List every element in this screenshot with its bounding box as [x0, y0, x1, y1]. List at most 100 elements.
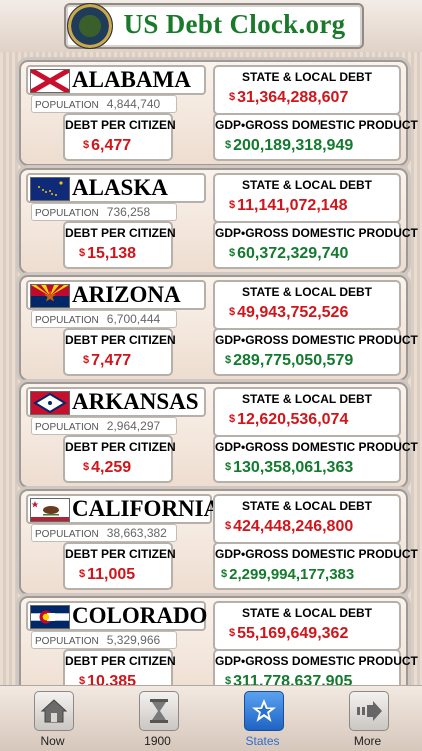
currency-sign: $	[79, 675, 86, 685]
state-local-debt-value-wrap: $55,169,649,362	[229, 625, 348, 643]
currency-sign: $	[79, 568, 86, 580]
gdp-label: GDP•GROSS DOMESTIC PRODUCT	[215, 440, 418, 454]
hourglass-icon	[150, 699, 168, 723]
tab-more[interactable]: More	[315, 686, 420, 751]
tab-now[interactable]: Now	[0, 686, 105, 751]
debt-per-citizen-value: 7,477	[91, 352, 132, 369]
state-local-debt-label: STATE & LOCAL DEBT	[242, 178, 372, 192]
state-name-box: ALABAMA	[26, 65, 206, 95]
state-local-debt-label: STATE & LOCAL DEBT	[242, 285, 372, 299]
population-label: POPULATION	[35, 529, 99, 540]
state-local-debt-box: STATE & LOCAL DEBT $55,169,649,362	[213, 601, 401, 651]
star-icon	[252, 699, 276, 722]
gdp-value-wrap: $60,372,329,740	[229, 245, 348, 263]
state-local-debt-box: STATE & LOCAL DEBT $12,620,536,074	[213, 387, 401, 437]
gdp-box: GDP•GROSS DOMESTIC PRODUCT $289,775,050,…	[213, 328, 418, 376]
california-flag-icon	[30, 498, 70, 522]
state-card-arizona[interactable]: ARIZONA POPULATION 6,700,444 DEBT PER CI…	[19, 275, 418, 381]
currency-sign: $	[229, 91, 236, 103]
tab-more-button[interactable]	[349, 691, 389, 731]
currency-sign: $	[225, 520, 232, 532]
population-field: POPULATION 4,844,740	[31, 95, 177, 113]
gdp-label: GDP•GROSS DOMESTIC PRODUCT	[215, 226, 418, 240]
debt-per-citizen-box: DEBT PER CITIZEN $4,259	[63, 435, 176, 483]
debt-per-citizen-value: 15,138	[87, 245, 137, 262]
currency-sign: $	[229, 247, 236, 259]
state-name-box: COLORADO	[26, 601, 207, 631]
debt-per-citizen-value-wrap: $4,259	[83, 459, 131, 477]
state-local-debt-value-wrap: $11,141,072,148	[229, 197, 347, 215]
currency-sign: $	[229, 199, 236, 211]
colorado-flag-icon	[30, 605, 70, 629]
gdp-label: GDP•GROSS DOMESTIC PRODUCT	[215, 333, 418, 347]
tab-1900[interactable]: 1900	[105, 686, 210, 751]
population-value: 38,663,382	[106, 526, 167, 540]
gdp-value: 289,775,050,579	[233, 352, 354, 369]
state-card-alabama[interactable]: ALABAMA POPULATION 4,844,740 DEBT PER CI…	[19, 60, 418, 166]
population-value: 2,964,297	[106, 419, 161, 433]
tab-states-label: States	[245, 734, 280, 748]
state-card-california[interactable]: CALIFORNIA POPULATION 38,663,382 DEBT PE…	[19, 489, 418, 595]
state-local-debt-value: 55,169,649,362	[237, 625, 349, 642]
state-name-box: ARKANSAS	[26, 387, 206, 417]
gdp-value: 130,358,061,363	[233, 459, 354, 476]
alabama-flag-icon	[30, 69, 70, 93]
gdp-box: GDP•GROSS DOMESTIC PRODUCT $311,778,637,…	[213, 649, 418, 685]
gdp-label: GDP•GROSS DOMESTIC PRODUCT	[215, 654, 418, 668]
state-name-box: ARIZONA	[26, 280, 206, 310]
debt-per-citizen-value-wrap: $11,005	[79, 566, 135, 584]
currency-sign: $	[83, 461, 90, 473]
currency-sign: $	[225, 461, 232, 473]
state-card-arkansas[interactable]: ARKANSAS POPULATION 2,964,297 DEBT PER C…	[19, 382, 418, 488]
state-local-debt-label: STATE & LOCAL DEBT	[242, 392, 372, 406]
tab-more-label: More	[353, 734, 382, 748]
state-name: CALIFORNIA	[72, 496, 221, 521]
tab-now-button[interactable]	[34, 691, 74, 731]
state-name: ALASKA	[72, 175, 168, 200]
state-local-debt-box: STATE & LOCAL DEBT $424,448,246,800	[213, 494, 401, 544]
currency-sign: $	[229, 627, 236, 639]
currency-sign: $	[225, 139, 232, 151]
currency-sign: $	[83, 139, 90, 151]
currency-sign: $	[229, 413, 236, 425]
state-card-colorado[interactable]: COLORADO POPULATION 5,329,966 DEBT PER C…	[19, 596, 418, 685]
population-value: 4,844,740	[106, 97, 161, 111]
app-title: US Debt Clock.org	[123, 9, 346, 39]
debt-per-citizen-box: DEBT PER CITIZEN $10,385	[63, 649, 176, 685]
tab-1900-button[interactable]	[139, 691, 179, 731]
state-local-debt-value-wrap: $12,620,536,074	[229, 411, 348, 429]
debt-per-citizen-value: 11,005	[87, 566, 136, 583]
state-local-debt-box: STATE & LOCAL DEBT $11,141,072,148	[213, 173, 401, 223]
tab-states[interactable]: States	[210, 686, 315, 751]
population-value: 736,258	[106, 205, 151, 219]
state-name-box: CALIFORNIA	[26, 494, 220, 524]
currency-sign: $	[229, 306, 236, 318]
tab-bar: Now 1900 States More	[0, 685, 422, 751]
state-local-debt-value-wrap: $49,943,752,526	[229, 304, 348, 322]
debt-per-citizen-value: 4,259	[91, 459, 132, 476]
debt-per-citizen-value-wrap: $7,477	[83, 352, 131, 370]
gdp-value: 200,189,318,949	[233, 137, 354, 154]
debt-per-citizen-value-wrap: $10,385	[79, 673, 136, 685]
debt-per-citizen-label: DEBT PER CITIZEN	[65, 226, 176, 240]
population-label: POPULATION	[35, 315, 99, 326]
state-local-debt-box: STATE & LOCAL DEBT $49,943,752,526	[213, 280, 401, 330]
population-value: 6,700,444	[106, 312, 161, 326]
tab-states-button[interactable]	[244, 691, 284, 731]
gdp-value-wrap: $311,778,637,905	[225, 673, 352, 685]
gdp-value-wrap: $200,189,318,949	[225, 137, 353, 155]
state-local-debt-value-wrap: $424,448,246,800	[225, 518, 353, 536]
debt-per-citizen-label: DEBT PER CITIZEN	[65, 654, 176, 668]
debt-per-citizen-value-wrap: $6,477	[83, 137, 131, 155]
gdp-label: GDP•GROSS DOMESTIC PRODUCT	[215, 547, 418, 561]
state-card-alaska[interactable]: ALASKA POPULATION 736,258 DEBT PER CITIZ…	[19, 168, 418, 274]
debt-per-citizen-value: 10,385	[87, 673, 137, 685]
population-field: POPULATION 2,964,297	[31, 417, 177, 435]
debt-per-citizen-label: DEBT PER CITIZEN	[65, 333, 176, 347]
state-list[interactable]: ALABAMA POPULATION 4,844,740 DEBT PER CI…	[0, 57, 422, 685]
arizona-flag-icon	[30, 284, 70, 308]
gdp-value-wrap: $130,358,061,363	[225, 459, 353, 477]
population-field: POPULATION 736,258	[31, 203, 177, 221]
currency-sign: $	[221, 568, 228, 580]
state-name: ARIZONA	[72, 282, 181, 307]
